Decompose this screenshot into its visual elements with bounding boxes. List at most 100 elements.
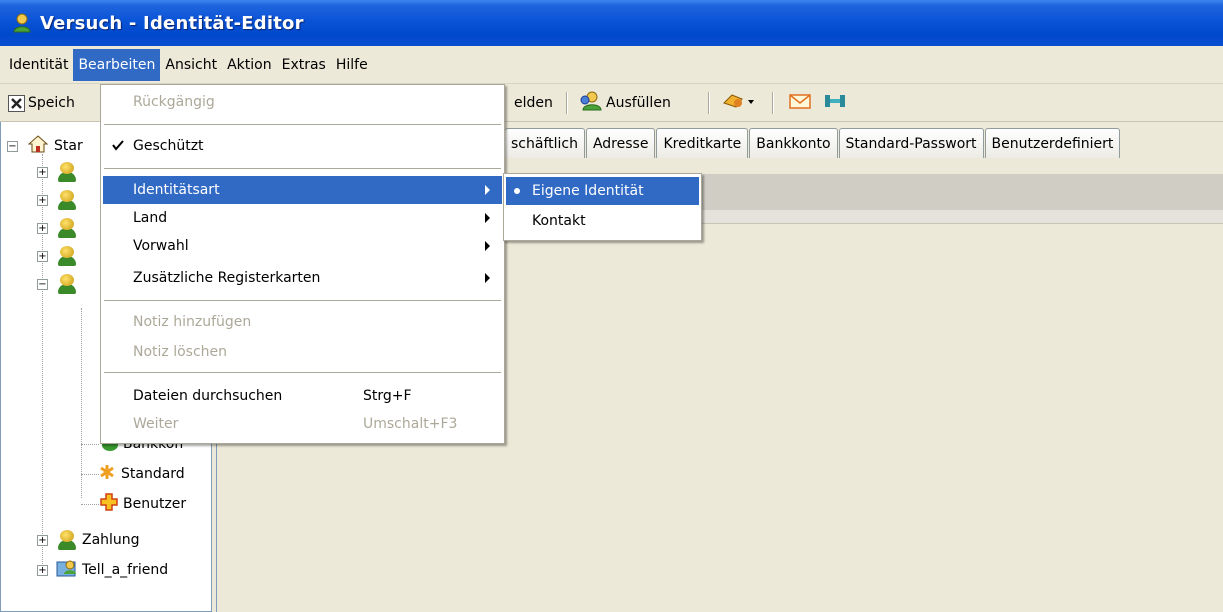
tab-strip: schäftlich Adresse Kreditkarte Bankkonto… — [505, 128, 1121, 158]
report-button[interactable]: elden — [514, 90, 553, 116]
tree-node-zahlung[interactable]: + Zahlung — [37, 526, 140, 554]
tree-item-label: Standard — [121, 466, 185, 482]
tree-item-label: Benutzer — [123, 496, 187, 512]
report-label: elden — [514, 95, 553, 111]
person-icon — [56, 245, 78, 267]
toolbar-separator — [566, 92, 568, 114]
menu-identitaet[interactable]: Identität — [4, 49, 73, 81]
asterisk-icon — [99, 464, 115, 484]
edit-menu: Rückgängig Geschützt Identitätsart Land … — [100, 84, 505, 444]
menu-item-protected[interactable]: Geschützt — [103, 132, 502, 160]
tab-geschaeftlich[interactable]: schäftlich — [505, 128, 585, 158]
menu-item-undo[interactable]: Rückgängig — [103, 88, 502, 116]
menu-item-country[interactable]: Land — [103, 204, 502, 232]
toolbar-separator — [772, 92, 774, 114]
expand-icon[interactable]: + — [37, 250, 48, 262]
person-icon — [56, 273, 78, 295]
menu-item-add-note[interactable]: Notiz hinzufügen — [103, 308, 502, 336]
menu-item-contact[interactable]: Kontakt — [506, 207, 699, 235]
menu-hilfe[interactable]: Hilfe — [331, 49, 373, 81]
tree-root[interactable]: − Star — [7, 132, 83, 160]
menu-bearbeiten[interactable]: Bearbeiten — [73, 48, 161, 81]
menu-item-label: Zusätzliche Registerkarten — [133, 270, 321, 286]
submenu-arrow-icon — [485, 185, 490, 195]
tab-standard-passwort[interactable]: Standard-Passwort — [838, 128, 984, 158]
shortcut-label: Strg+F — [363, 388, 412, 404]
collapse-icon[interactable]: − — [7, 140, 18, 152]
menu-separator — [104, 124, 501, 125]
tree-root-label: Star — [54, 138, 83, 154]
menu-bar: Identität Bearbeiten Ansicht Aktion Extr… — [0, 46, 1223, 84]
close-x-icon — [8, 94, 25, 112]
plus-icon — [99, 492, 119, 516]
tree-node-identity[interactable]: + — [37, 242, 78, 270]
tree-node-tell-a-friend[interactable]: + Tell_a_friend — [37, 556, 168, 584]
window-title: Versuch - Identität-Editor — [40, 12, 304, 34]
tab-adresse[interactable]: Adresse — [585, 128, 656, 158]
fill-person-icon — [580, 91, 602, 115]
menu-separator — [104, 168, 501, 169]
tree-guide — [81, 444, 99, 445]
menu-item-extra-tabs[interactable]: Zusätzliche Registerkarten — [103, 264, 502, 292]
expand-icon[interactable]: + — [37, 166, 48, 178]
tree-node-identity-expanded[interactable]: − — [37, 270, 78, 298]
title-bar[interactable]: Versuch - Identität-Editor — [0, 0, 1223, 46]
menu-item-next[interactable]: Weiter Umschalt+F3 — [103, 410, 502, 438]
pin-icon — [822, 91, 848, 115]
tree-guide — [81, 504, 99, 505]
menu-item-delete-note[interactable]: Notiz löschen — [103, 338, 502, 366]
tab-bankkonto[interactable]: Bankkonto — [749, 128, 838, 158]
radio-dot-icon — [514, 188, 520, 194]
menu-item-label: Identitätsart — [133, 182, 220, 198]
tab-kreditkarte[interactable]: Kreditkarte — [656, 128, 749, 158]
tree-node-label: Zahlung — [82, 532, 140, 548]
contact-card-icon — [56, 558, 78, 582]
menu-extras[interactable]: Extras — [277, 49, 331, 81]
collapse-icon[interactable]: − — [37, 278, 48, 290]
person-icon — [56, 161, 78, 183]
person-icon — [56, 529, 78, 551]
expand-icon[interactable]: + — [37, 564, 48, 576]
menu-separator — [104, 372, 501, 373]
tree-node-identity[interactable]: + — [37, 186, 78, 214]
menu-item-label: Land — [133, 210, 168, 226]
person-icon — [56, 217, 78, 239]
menu-separator — [104, 300, 501, 301]
menu-item-label: Eigene Identität — [532, 183, 644, 199]
home-icon — [27, 135, 49, 157]
submenu-arrow-icon — [485, 241, 490, 251]
tree-item-standard[interactable]: Standard — [99, 460, 185, 488]
fill-label: Ausfüllen — [606, 95, 671, 111]
menu-item-area-code[interactable]: Vorwahl — [103, 232, 502, 260]
toolbar-separator — [708, 92, 710, 114]
identity-type-submenu: Eigene Identität Kontakt — [503, 173, 702, 241]
save-label: Speich — [28, 95, 75, 111]
identity-dropdown-button[interactable] — [722, 90, 756, 116]
tab-benutzerdefiniert[interactable]: Benutzerdefiniert — [984, 128, 1121, 158]
pin-button[interactable] — [822, 90, 848, 116]
tree-node-identity[interactable]: + — [37, 158, 78, 186]
tree-node-label: Tell_a_friend — [82, 562, 169, 578]
save-button[interactable]: Speich — [8, 90, 75, 116]
mail-icon — [788, 91, 812, 115]
expand-icon[interactable]: + — [37, 194, 48, 206]
mail-button[interactable] — [788, 90, 812, 116]
expand-icon[interactable]: + — [37, 534, 48, 546]
menu-item-label: Weiter — [133, 416, 179, 432]
menu-item-label: Vorwahl — [133, 238, 189, 254]
expand-icon[interactable]: + — [37, 222, 48, 234]
shortcut-label: Umschalt+F3 — [363, 416, 458, 432]
menu-ansicht[interactable]: Ansicht — [160, 49, 222, 81]
menu-item-own-identity[interactable]: Eigene Identität — [506, 177, 699, 205]
tree-item-benutzer[interactable]: Benutzer — [99, 490, 186, 518]
menu-item-label: Dateien durchsuchen — [133, 388, 283, 404]
fill-button[interactable]: Ausfüllen — [580, 90, 671, 116]
menu-aktion[interactable]: Aktion — [222, 49, 277, 81]
menu-item-label: Geschützt — [133, 138, 204, 154]
menu-item-identity-type[interactable]: Identitätsart — [103, 176, 502, 204]
tree-node-identity[interactable]: + — [37, 214, 78, 242]
menu-item-search-files[interactable]: Dateien durchsuchen Strg+F — [103, 382, 502, 410]
checkmark-icon — [112, 139, 124, 155]
identity-card-icon — [722, 91, 756, 115]
submenu-arrow-icon — [485, 213, 490, 223]
